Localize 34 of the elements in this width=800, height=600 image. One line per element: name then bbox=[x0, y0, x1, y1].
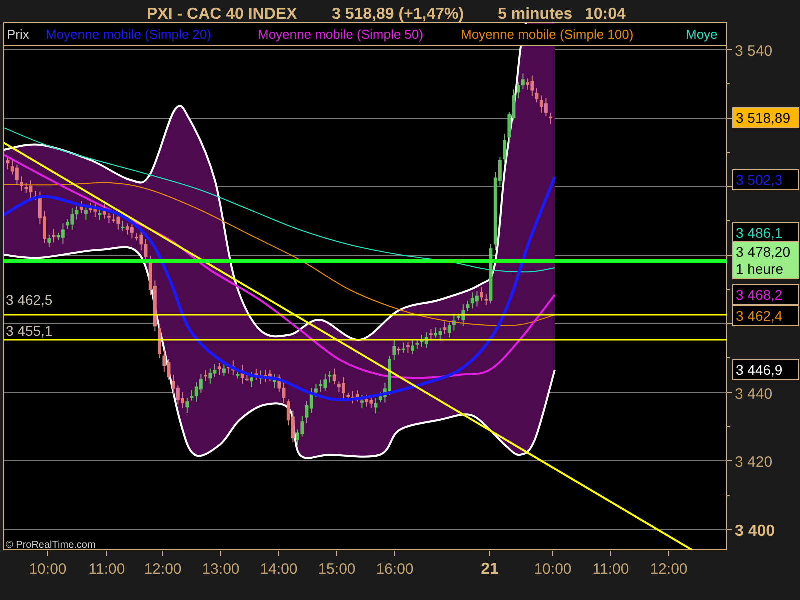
legend-label: Prix bbox=[7, 27, 30, 42]
legend-label: Moye bbox=[686, 27, 718, 42]
time-axis-label: 11:00 bbox=[88, 561, 126, 578]
time-axis-label: 12:00 bbox=[144, 561, 182, 578]
price-tag: 3 446,9 bbox=[732, 360, 800, 380]
time-axis-label: 13:00 bbox=[202, 561, 240, 578]
price-tag: 3 518,89 bbox=[732, 108, 800, 128]
time-axis-label: 16:00 bbox=[376, 561, 414, 578]
time-axis-label: 14:00 bbox=[260, 561, 298, 578]
time-axis-label: 12:00 bbox=[650, 561, 688, 578]
price-tag: 3 478,20 1 heure bbox=[732, 242, 800, 280]
legend-label: Moyenne mobile (Simple 50) bbox=[258, 27, 424, 42]
price-tag: 3 502,3 bbox=[732, 170, 800, 190]
time-axis-label: 21 bbox=[481, 561, 499, 578]
time-axis-label: 10:00 bbox=[29, 561, 67, 578]
legend-label: Moyenne mobile (Simple 100) bbox=[461, 27, 634, 42]
price-axis-label: 3 420 bbox=[735, 454, 773, 471]
last-price-text: 3 518,89 (+1,47%) bbox=[332, 6, 464, 23]
price-axis-label: 3 400 bbox=[735, 523, 776, 540]
price-axis-label: 3 540 bbox=[735, 43, 773, 60]
time-text: 10:04 bbox=[585, 6, 626, 23]
price-tag: 3 468,2 bbox=[732, 284, 800, 306]
price-tag: 3 486,1 bbox=[732, 222, 800, 244]
time-axis-label: 10:00 bbox=[534, 561, 572, 578]
copyright-text: © ProRealTime.com bbox=[6, 540, 96, 551]
price-axis-label: 3 440 bbox=[735, 386, 773, 403]
price-tag: 3 462,4 bbox=[732, 306, 800, 326]
time-axis-label: 11:00 bbox=[592, 561, 630, 578]
legend-label: Moyenne mobile (Simple 20) bbox=[46, 27, 212, 42]
level-label: 3 462,5 bbox=[6, 292, 53, 308]
timeframe-text: 5 minutes bbox=[498, 6, 573, 23]
level-label: 3 455,1 bbox=[6, 323, 53, 339]
time-axis-label: 15:00 bbox=[318, 561, 356, 578]
instrument-title: PXI - CAC 40 INDEX bbox=[147, 6, 298, 23]
